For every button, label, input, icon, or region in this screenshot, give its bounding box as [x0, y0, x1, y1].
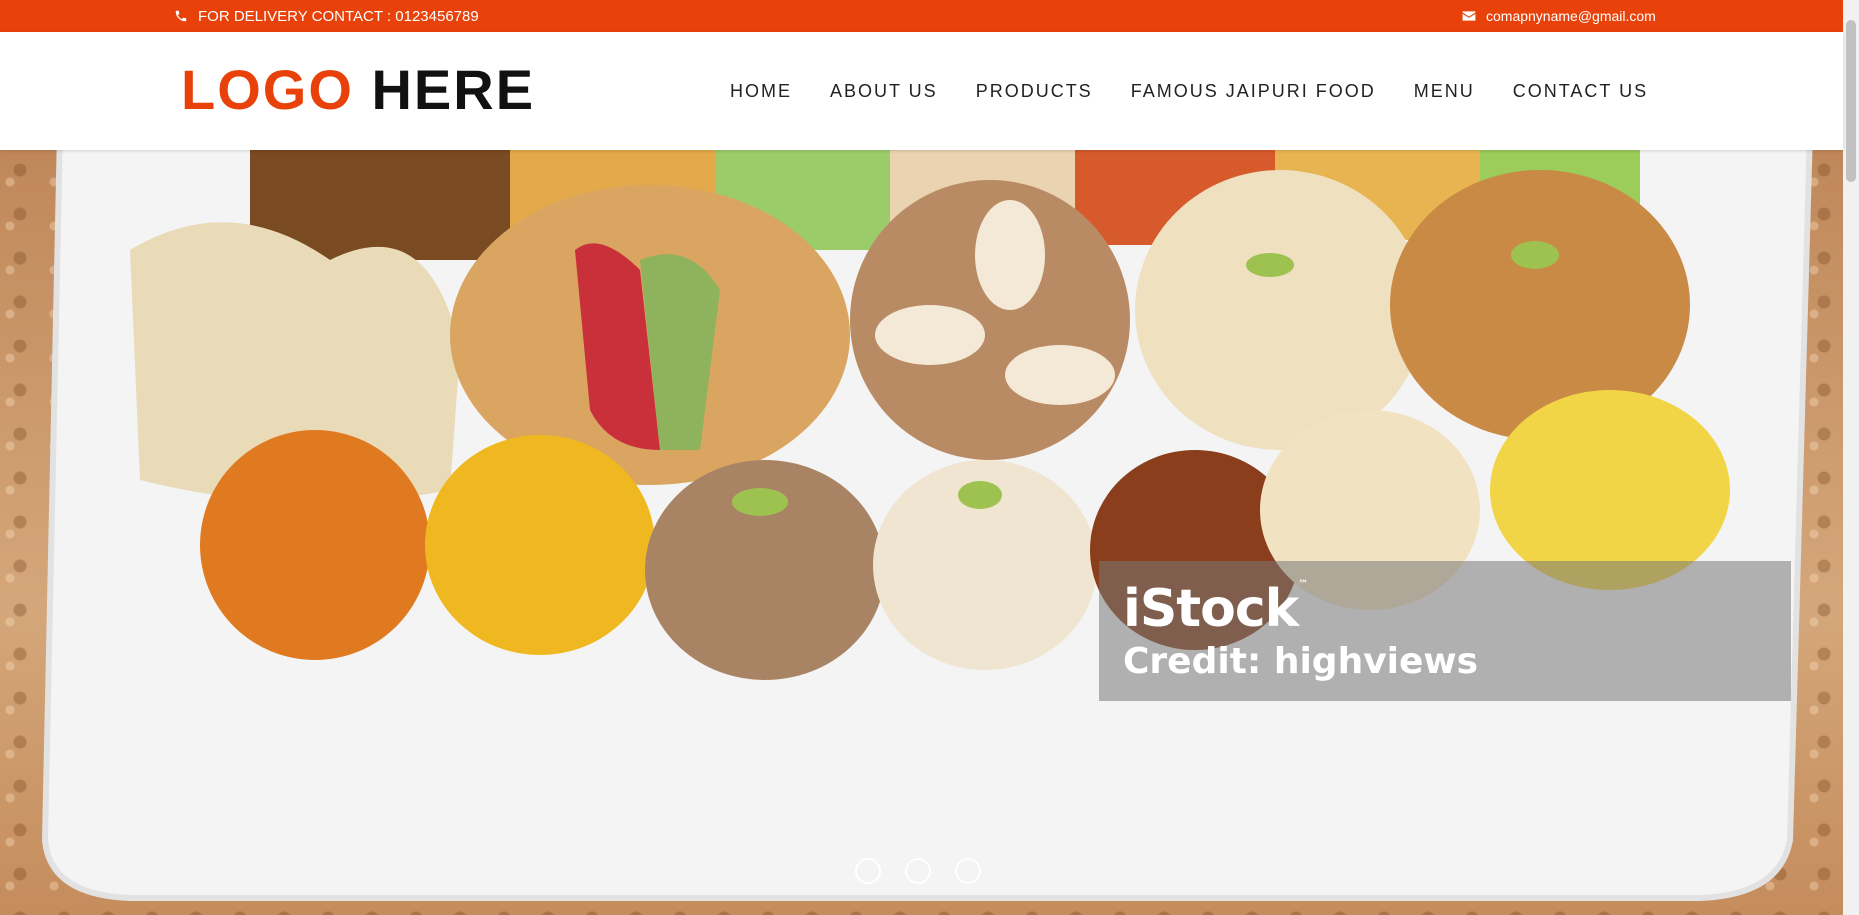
image-credit-watermark: iStock™ Credit: highviews — [1099, 561, 1791, 701]
top-contact-bar: FOR DELIVERY CONTACT : 0123456789 comapn… — [0, 0, 1859, 32]
site-logo[interactable]: LOGO HERE — [181, 62, 535, 118]
nav-products[interactable]: PRODUCTS — [976, 81, 1093, 102]
scrollbar-thumb[interactable] — [1846, 20, 1856, 182]
hero-slider: iStock™ Credit: highviews — [0, 150, 1843, 915]
nav-famous-jaipuri-food[interactable]: FAMOUS JAIPURI FOOD — [1131, 81, 1376, 102]
sweets-platter-image — [41, 150, 1813, 901]
page: FOR DELIVERY CONTACT : 0123456789 comapn… — [0, 0, 1859, 915]
watermark-brand: iStock™ — [1123, 579, 1308, 639]
slider-indicators — [855, 858, 981, 884]
email-text[interactable]: comapnyname@gmail.com — [1486, 8, 1656, 24]
email-contact[interactable]: comapnyname@gmail.com — [1462, 0, 1656, 32]
delivery-contact: FOR DELIVERY CONTACT : 0123456789 — [174, 0, 479, 32]
delivery-contact-text: FOR DELIVERY CONTACT : 0123456789 — [198, 7, 479, 25]
slide-indicator-3[interactable] — [955, 858, 981, 884]
site-header: LOGO HERE HOME ABOUT US PRODUCTS FAMOUS … — [0, 32, 1843, 150]
nav-home[interactable]: HOME — [730, 81, 792, 102]
envelope-icon — [1462, 10, 1476, 22]
slide-indicator-1[interactable] — [855, 858, 881, 884]
watermark-credit: Credit: highviews — [1123, 641, 1479, 682]
logo-part-1: LOGO — [181, 58, 354, 121]
logo-part-2: HERE — [371, 58, 536, 121]
nav-contact-us[interactable]: CONTACT US — [1513, 81, 1648, 102]
nav-menu[interactable]: MENU — [1414, 81, 1475, 102]
slide-indicator-2[interactable] — [905, 858, 931, 884]
main-nav: HOME ABOUT US PRODUCTS FAMOUS JAIPURI FO… — [730, 32, 1648, 150]
page-scrollbar[interactable] — [1843, 0, 1859, 915]
nav-about-us[interactable]: ABOUT US — [830, 81, 938, 102]
phone-icon — [174, 9, 188, 23]
